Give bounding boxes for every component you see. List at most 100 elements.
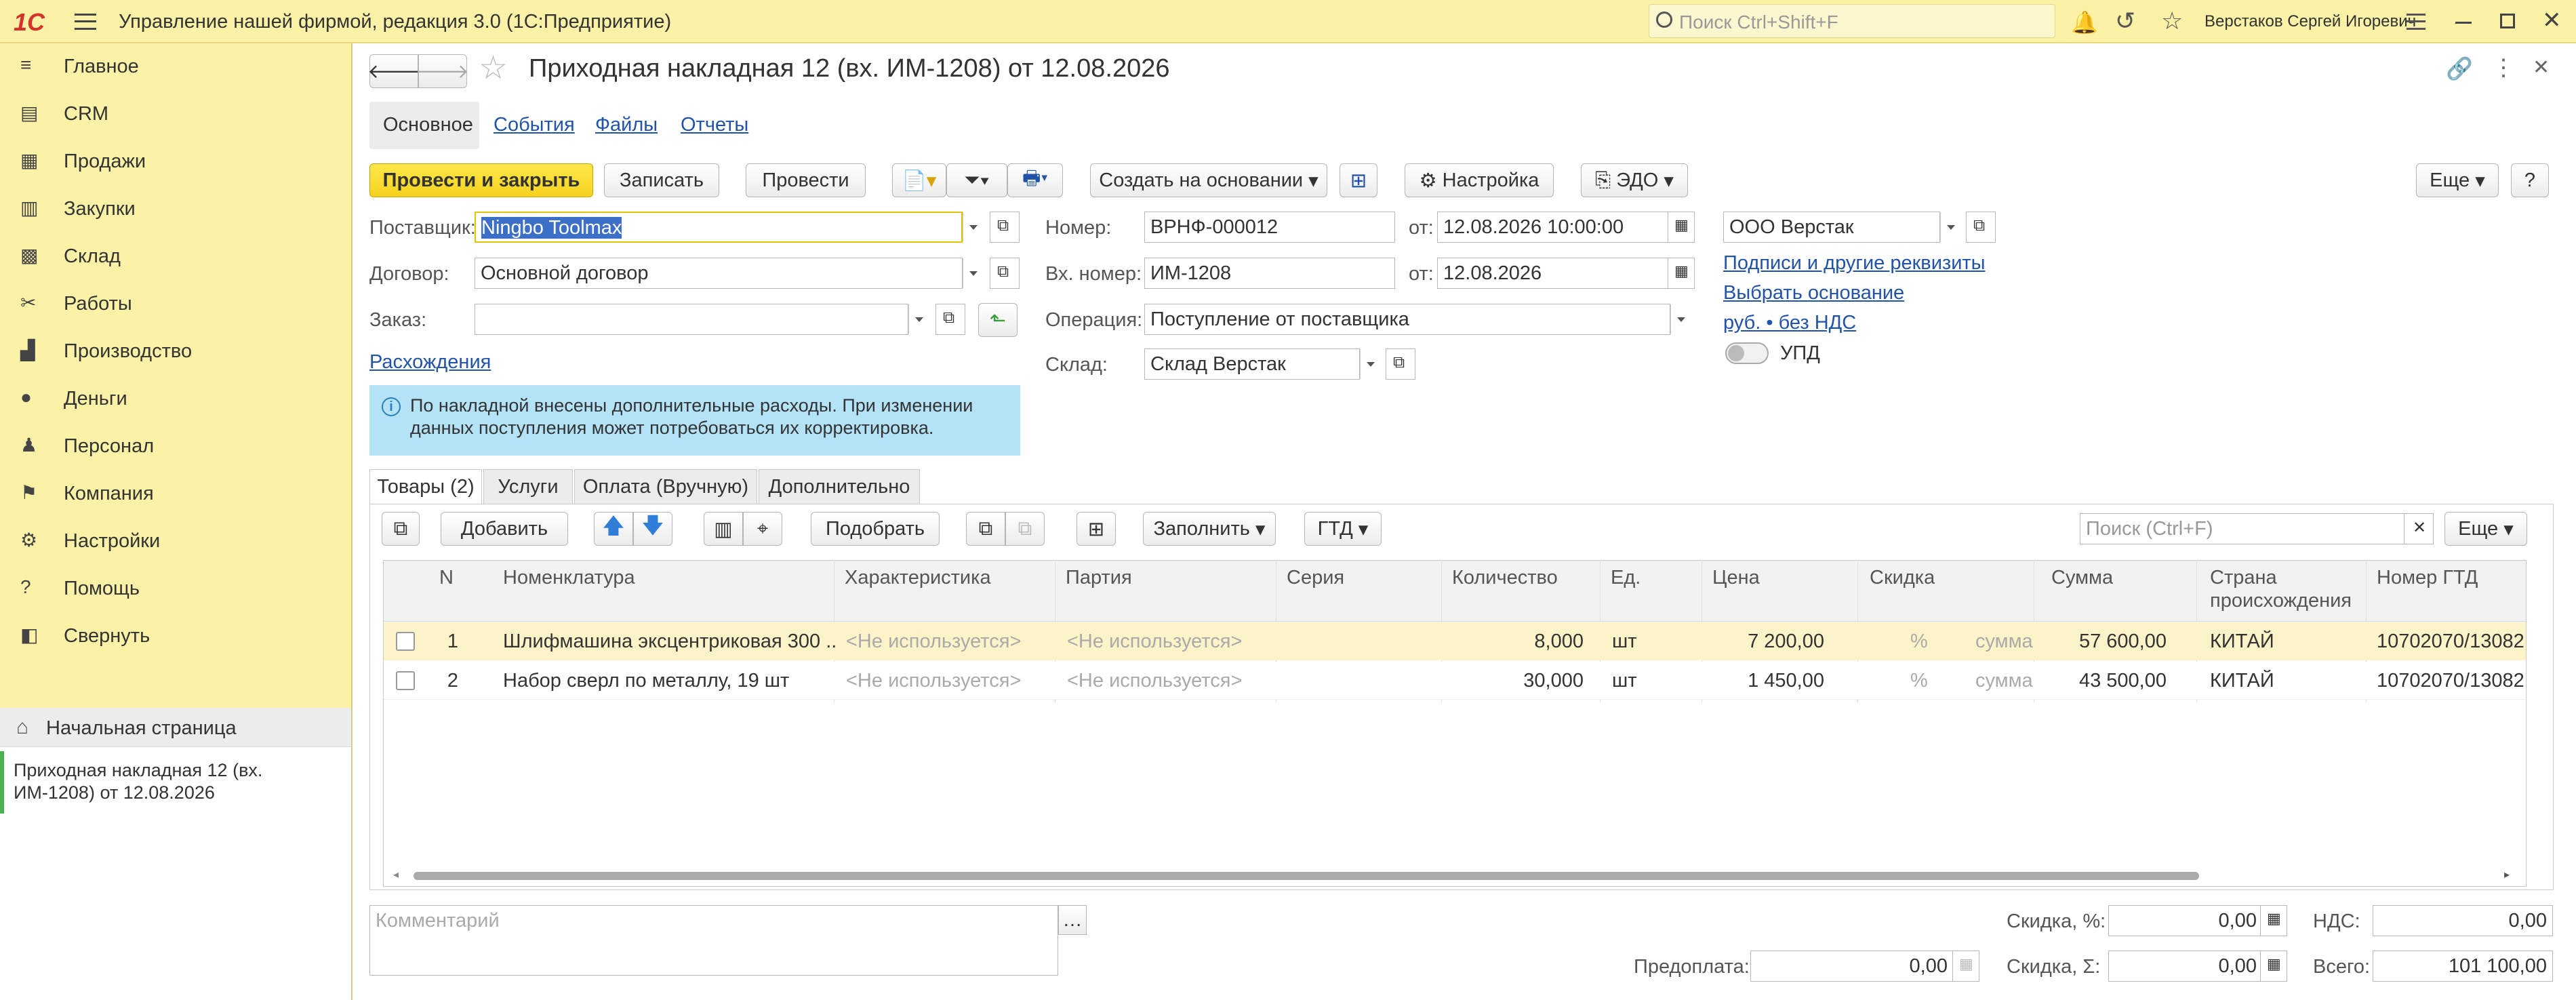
pick-button[interactable]: Подобрать — [811, 512, 940, 546]
col-quantity[interactable]: Количество — [1452, 566, 1558, 589]
post-button[interactable]: Провести — [746, 163, 866, 197]
prepay-calc-button[interactable]: ▦ — [1952, 951, 1979, 982]
sidebar-item-purchases[interactable]: ▥ Закупки — [0, 186, 351, 233]
horizontal-scrollbar[interactable]: ◂ ▸ — [393, 869, 2516, 881]
favorite-star-icon[interactable]: ☆ — [479, 49, 508, 87]
date-field[interactable]: 12.08.2026 10:00:00 — [1437, 212, 1670, 243]
close-icon[interactable]: ✕ — [2542, 7, 2562, 34]
global-search-input[interactable]: Поиск Ctrl+Shift+F — [1649, 4, 2055, 38]
tab-payment[interactable]: Оплата (Вручную) — [574, 469, 757, 504]
discount-sum-field[interactable]: 0,00 — [2108, 951, 2263, 982]
link-icon[interactable]: 🔗 — [2446, 56, 2473, 81]
copy-button[interactable]: ⧉ — [966, 512, 1005, 546]
settings-menu-icon[interactable] — [2407, 14, 2426, 30]
user-name[interactable]: Верстаков Сергей Игоревич — [2205, 12, 2416, 31]
col-n[interactable]: N — [439, 566, 454, 589]
contract-dropdown[interactable] — [963, 258, 983, 288]
sidebar-item-warehouse[interactable]: ▩ Склад — [0, 233, 351, 281]
edo-button[interactable]: ⎘ ЭДО ▾ — [1581, 163, 1688, 197]
col-gtd[interactable]: Номер ГТД — [2377, 566, 2478, 589]
contract-open-button[interactable]: ⧉ — [990, 258, 1020, 289]
order-fill-button[interactable]: ⬑ — [978, 303, 1018, 337]
tab-goods[interactable]: Товары (2) — [369, 469, 482, 504]
create-based-on-button[interactable]: Создать на основании ▾ — [1090, 163, 1327, 197]
comment-field[interactable]: Комментарий — [369, 905, 1058, 976]
forward-button[interactable]: 🡒 — [416, 54, 469, 88]
col-sum[interactable]: Сумма — [2051, 566, 2113, 589]
subtab-main[interactable]: Основное — [369, 102, 479, 149]
clear-search-button[interactable]: ✕ — [2404, 513, 2434, 544]
company-field[interactable]: ООО Верстак — [1723, 212, 1940, 243]
sidebar-item-menu[interactable]: ≡ Главное — [0, 43, 351, 91]
operation-dropdown[interactable] — [1670, 304, 1691, 334]
order-dropdown[interactable] — [908, 304, 929, 334]
attach-file-button[interactable]: 📄▾ — [892, 163, 946, 197]
settings-button[interactable]: ⚙ Настройка — [1405, 163, 1554, 197]
minimize-icon[interactable] — [2455, 22, 2472, 24]
move-down-button[interactable]: 🡇 — [633, 512, 672, 546]
sidebar-item-money[interactable]: ● Деньги — [0, 376, 351, 423]
sidebar-item-gear[interactable]: ⚙ Настройки — [0, 518, 351, 565]
in-number-field[interactable]: ИМ-1208 — [1144, 258, 1395, 289]
operation-field[interactable]: Поступление от поставщика — [1144, 304, 1670, 335]
comment-expand-button[interactable]: … — [1058, 905, 1087, 935]
choose-base-link[interactable]: Выбрать основание — [1723, 282, 1904, 304]
sidebar-item-collapse[interactable]: ◧ Свернуть — [0, 613, 351, 660]
company-dropdown[interactable] — [1940, 212, 1960, 242]
paste-button[interactable]: ⧉ — [1005, 512, 1045, 546]
back-button[interactable]: 🡐 — [367, 54, 420, 88]
structure-button[interactable]: ⊞ — [1340, 163, 1377, 197]
fill-button[interactable]: Заполнить ▾ — [1143, 512, 1276, 546]
tab-additional[interactable]: Дополнительно — [759, 469, 920, 504]
open-document-item[interactable]: Приходная накладная 12 (вх. ИМ-1208) от … — [0, 751, 351, 814]
sidebar-item-factory[interactable]: ▟ Производство — [0, 328, 351, 376]
barcode-button[interactable]: ▥ — [704, 512, 743, 546]
currency-link[interactable]: руб. • без НДС — [1723, 312, 1856, 334]
warehouse-dropdown[interactable] — [1360, 349, 1380, 379]
col-discount[interactable]: Скидка — [1870, 566, 1935, 589]
supplier-field[interactable]: Ningbo Toolmax — [475, 212, 963, 243]
sidebar-item-help[interactable]: ? Помощь — [0, 565, 351, 613]
more-vertical-icon[interactable]: ⋮ — [2492, 54, 2515, 81]
save-button[interactable]: Записать — [604, 163, 719, 197]
col-nomenclature[interactable]: Номенклатура — [503, 566, 635, 589]
subtab-reports[interactable]: Отчеты — [681, 114, 748, 136]
post-and-close-button[interactable]: Провести и закрыть — [369, 163, 593, 197]
filter-button[interactable]: ⏷▾ — [946, 163, 1007, 197]
table-more-button[interactable]: Еще ▾ — [2444, 512, 2527, 546]
excel-load-button[interactable]: ⊞ — [1076, 512, 1116, 546]
in-date-field[interactable]: 12.08.2026 — [1437, 258, 1670, 289]
col-unit[interactable]: Ед. — [1611, 566, 1641, 589]
hamburger-menu-icon[interactable] — [75, 14, 96, 30]
warehouse-open-button[interactable]: ⧉ — [1386, 348, 1415, 380]
discount-sum-calc-button[interactable]: ▦ — [2260, 951, 2287, 982]
row-checkbox[interactable] — [396, 671, 415, 690]
col-series[interactable]: Серия — [1287, 566, 1344, 589]
copy-rows-button[interactable]: ⧉ — [382, 512, 420, 546]
company-open-button[interactable]: ⧉ — [1966, 212, 1996, 243]
maximize-icon[interactable] — [2500, 14, 2515, 28]
row-checkbox[interactable] — [396, 632, 415, 651]
col-country[interactable]: Страна происхождения — [2210, 566, 2352, 612]
history-icon[interactable]: ↺ — [2115, 7, 2135, 35]
discount-pct-calc-button[interactable]: ▦ — [2260, 905, 2287, 936]
home-page-item[interactable]: ⌂ Начальная страница — [0, 708, 351, 747]
sidebar-item-sales[interactable]: ▦ Продажи — [0, 138, 351, 186]
discount-pct-field[interactable]: 0,00 — [2108, 905, 2263, 936]
date-calendar-button[interactable]: ▦ — [1668, 212, 1695, 243]
discrepancies-link[interactable]: Расхождения — [369, 351, 491, 374]
upd-toggle[interactable] — [1725, 342, 1769, 364]
signatures-link[interactable]: Подписи и другие реквизиты — [1723, 252, 1986, 275]
table-row[interactable]: 2 Набор сверл по металлу, 19 шт <Не испо… — [384, 662, 2526, 700]
supplier-open-button[interactable]: ⧉ — [990, 212, 1020, 243]
col-batch[interactable]: Партия — [1066, 566, 1132, 589]
col-characteristic[interactable]: Характеристика — [845, 566, 991, 589]
add-row-button[interactable]: Добавить — [441, 512, 568, 546]
more-button[interactable]: Еще ▾ — [2416, 163, 2499, 197]
number-field[interactable]: ВРНФ-000012 — [1144, 212, 1395, 243]
subtab-events[interactable]: События — [494, 114, 575, 136]
gtd-button[interactable]: ГТД ▾ — [1304, 512, 1382, 546]
table-search-input[interactable]: Поиск (Ctrl+F) — [2080, 513, 2405, 544]
col-price[interactable]: Цена — [1712, 566, 1760, 589]
sidebar-item-tools[interactable]: ✂ Работы — [0, 281, 351, 328]
